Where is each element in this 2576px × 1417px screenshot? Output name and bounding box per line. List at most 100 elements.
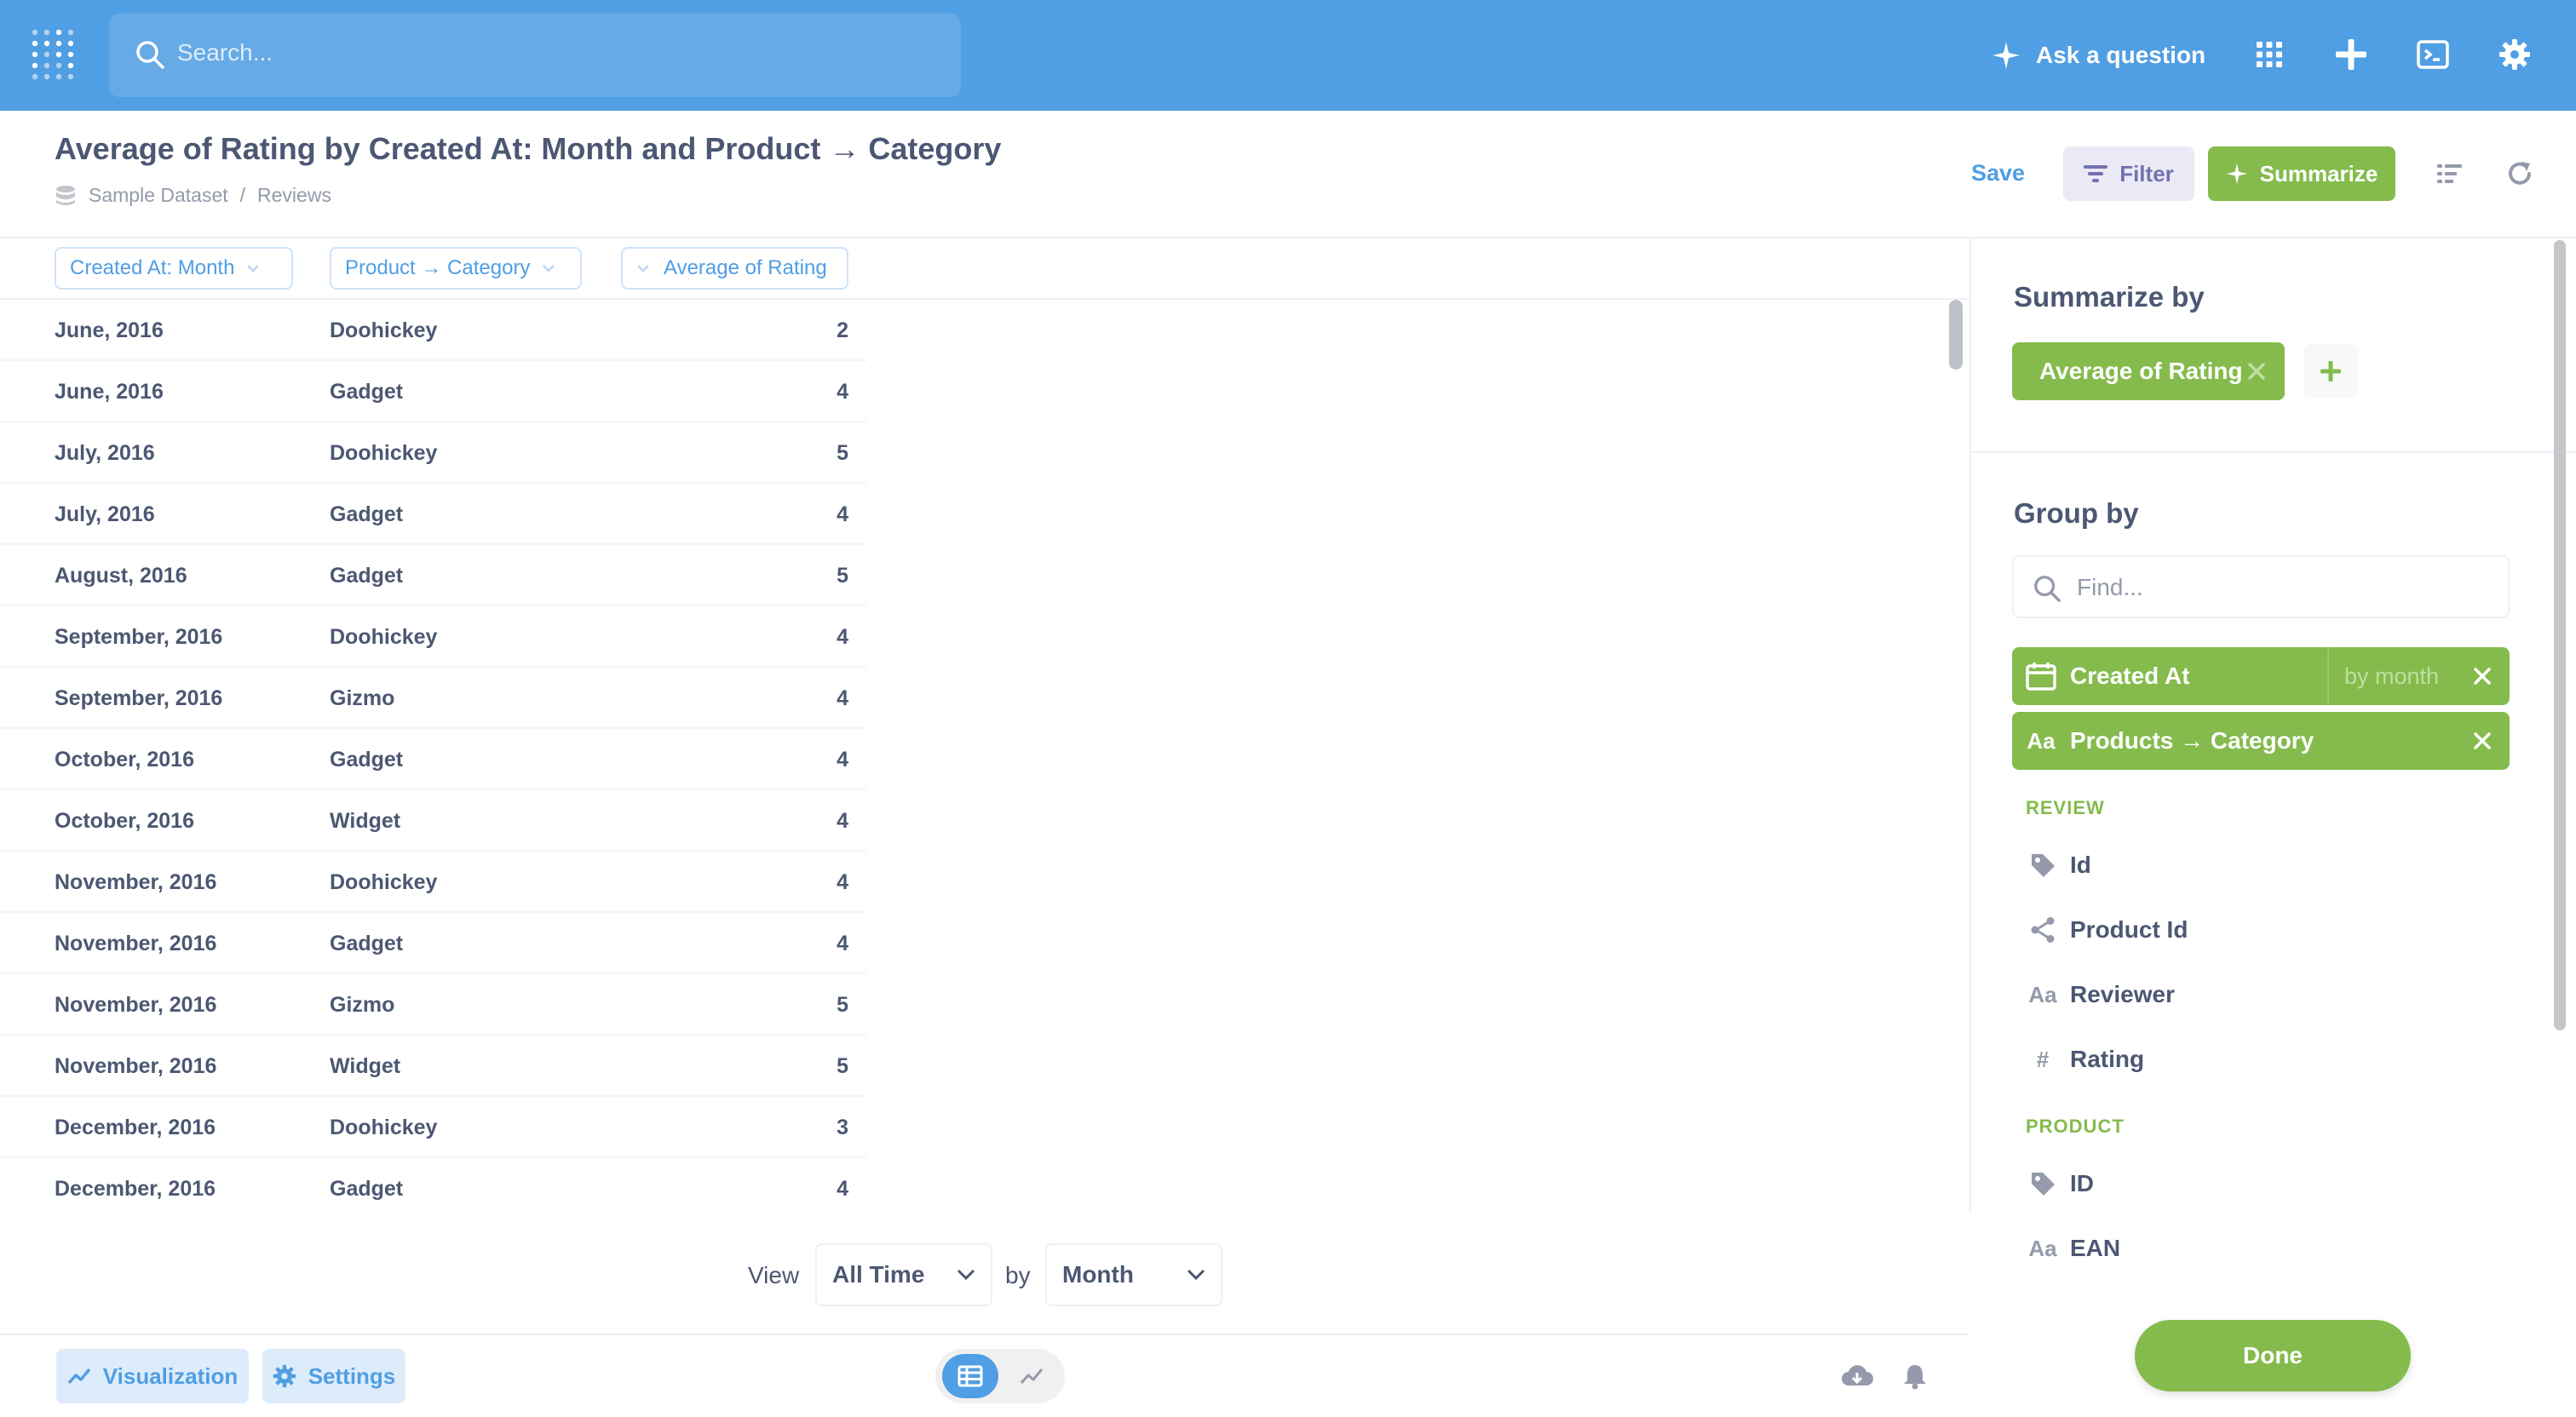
table-view-toggle[interactable] (942, 1354, 998, 1398)
cell-average-rating[interactable]: 2 (837, 318, 848, 343)
browse-data-grid-icon[interactable] (2251, 36, 2288, 73)
field-ean[interactable]: Aa EAN (2012, 1221, 2510, 1276)
cell-created-at[interactable]: September, 2016 (55, 686, 222, 711)
cell-created-at[interactable]: November, 2016 (55, 993, 216, 1018)
cell-category[interactable]: Doohickey (330, 1116, 437, 1140)
sidebar-scrollbar[interactable] (2554, 240, 2566, 1030)
cell-category[interactable]: Widget (330, 809, 400, 834)
cell-average-rating[interactable]: 4 (837, 809, 848, 834)
field-rating[interactable]: # Rating (2012, 1032, 2510, 1087)
cell-created-at[interactable]: October, 2016 (55, 809, 194, 834)
top-navbar: Search... Ask a question (0, 0, 2576, 111)
table-scrollbar[interactable] (1949, 300, 1963, 370)
refresh-icon[interactable] (2503, 157, 2537, 191)
cell-created-at[interactable]: November, 2016 (55, 870, 216, 895)
close-icon[interactable] (2469, 727, 2496, 754)
summarize-button[interactable]: Summarize (2208, 146, 2395, 201)
field-id[interactable]: Id (2012, 838, 2510, 892)
field-product-id-pk[interactable]: ID (2012, 1156, 2510, 1211)
metric-pill-average-rating[interactable]: Average of Rating (2012, 342, 2285, 400)
bell-icon[interactable] (1898, 1359, 1932, 1393)
cell-average-rating[interactable]: 4 (837, 932, 848, 956)
breadcrumb-database[interactable]: Sample Dataset (89, 184, 228, 207)
cell-category[interactable]: Gizmo (330, 993, 394, 1018)
cell-category[interactable]: Widget (330, 1054, 400, 1079)
cell-created-at[interactable]: September, 2016 (55, 625, 222, 650)
close-icon[interactable] (2469, 663, 2496, 690)
filter-button[interactable]: Filter (2063, 146, 2194, 201)
cell-average-rating[interactable]: 4 (837, 1177, 848, 1202)
cell-average-rating[interactable]: 5 (837, 441, 848, 466)
cell-created-at[interactable]: June, 2016 (55, 380, 164, 404)
visualization-button[interactable]: Visualization (56, 1349, 249, 1403)
cell-created-at[interactable]: December, 2016 (55, 1177, 216, 1202)
cell-created-at[interactable]: July, 2016 (55, 441, 155, 466)
chevron-down-icon (957, 1269, 975, 1281)
column-header-average-rating[interactable]: Average of Rating (621, 247, 848, 290)
settings-gear-icon[interactable] (2496, 36, 2533, 73)
group-pill-created-at[interactable]: Created At by month (2012, 647, 2510, 705)
global-search-input[interactable]: Search... (109, 14, 961, 97)
save-button[interactable]: Save (1971, 160, 2025, 186)
chart-view-toggle[interactable] (1005, 1354, 1058, 1398)
find-field-input[interactable]: Find... (2012, 555, 2510, 618)
time-period-select[interactable]: All Time (815, 1243, 992, 1306)
column-header-product-category[interactable]: Product → Category (330, 247, 582, 290)
group-pill-products-category[interactable]: Aa Products → Category (2012, 712, 2510, 770)
cell-category[interactable]: Doohickey (330, 870, 437, 895)
cell-created-at[interactable]: December, 2016 (55, 1116, 216, 1140)
cell-average-rating[interactable]: 4 (837, 625, 848, 650)
done-button[interactable]: Done (2135, 1320, 2411, 1391)
close-icon[interactable] (2247, 362, 2266, 381)
question-title[interactable]: Average of Rating by Created At: Month a… (55, 131, 1001, 167)
add-metric-button[interactable] (2303, 344, 2358, 399)
cell-created-at[interactable]: November, 2016 (55, 1054, 216, 1079)
cell-category[interactable]: Doohickey (330, 625, 437, 650)
field-reviewer[interactable]: Aa Reviewer (2012, 967, 2510, 1022)
number-icon: # (2036, 1046, 2050, 1072)
new-plus-icon[interactable] (2332, 36, 2370, 73)
cell-average-rating[interactable]: 4 (837, 502, 848, 527)
cell-created-at[interactable]: August, 2016 (55, 564, 187, 588)
cell-average-rating[interactable]: 5 (837, 993, 848, 1018)
field-product-id[interactable]: Product Id (2012, 903, 2510, 957)
settings-button[interactable]: Settings (262, 1349, 405, 1403)
column-header-label: Average of Rating (664, 256, 827, 279)
sidebar-section-divider (1971, 451, 2576, 453)
cell-category[interactable]: Gadget (330, 380, 403, 404)
cell-created-at[interactable]: June, 2016 (55, 318, 164, 343)
cell-category[interactable]: Gadget (330, 932, 403, 956)
search-icon (2034, 576, 2061, 602)
field-label: Product Id (2070, 916, 2188, 943)
granularity-select[interactable]: Month (1045, 1243, 1222, 1306)
cell-category[interactable]: Gadget (330, 1177, 403, 1202)
cell-category[interactable]: Gizmo (330, 686, 394, 711)
cell-category[interactable]: Gadget (330, 748, 403, 772)
download-icon[interactable] (1840, 1359, 1874, 1393)
search-placeholder: Search... (177, 39, 273, 66)
ask-question-button[interactable]: Ask a question (1992, 37, 2205, 73)
query-editor-list-icon[interactable] (2433, 157, 2467, 191)
cell-created-at[interactable]: October, 2016 (55, 748, 194, 772)
temporal-bin-selector[interactable]: by month (2327, 647, 2439, 705)
breadcrumb-table[interactable]: Reviews (257, 184, 331, 207)
cell-category[interactable]: Doohickey (330, 441, 437, 466)
cell-average-rating[interactable]: 5 (837, 564, 848, 588)
sql-editor-icon[interactable] (2414, 36, 2452, 73)
field-label: ID (2070, 1170, 2094, 1196)
cell-created-at[interactable]: November, 2016 (55, 932, 216, 956)
cell-average-rating[interactable]: 4 (837, 870, 848, 895)
cell-category[interactable]: Gadget (330, 502, 403, 527)
cell-average-rating[interactable]: 4 (837, 380, 848, 404)
cell-category[interactable]: Gadget (330, 564, 403, 588)
cell-category[interactable]: Doohickey (330, 318, 437, 343)
cell-average-rating[interactable]: 4 (837, 748, 848, 772)
cell-average-rating[interactable]: 3 (837, 1116, 848, 1140)
text-icon: Aa (2028, 981, 2057, 1007)
cell-average-rating[interactable]: 5 (837, 1054, 848, 1079)
group-label: Products → Category (2070, 727, 2314, 754)
column-header-created-at[interactable]: Created At: Month (55, 247, 293, 290)
cell-average-rating[interactable]: 4 (837, 686, 848, 711)
metabase-logo-icon[interactable] (31, 26, 77, 80)
cell-created-at[interactable]: July, 2016 (55, 502, 155, 527)
